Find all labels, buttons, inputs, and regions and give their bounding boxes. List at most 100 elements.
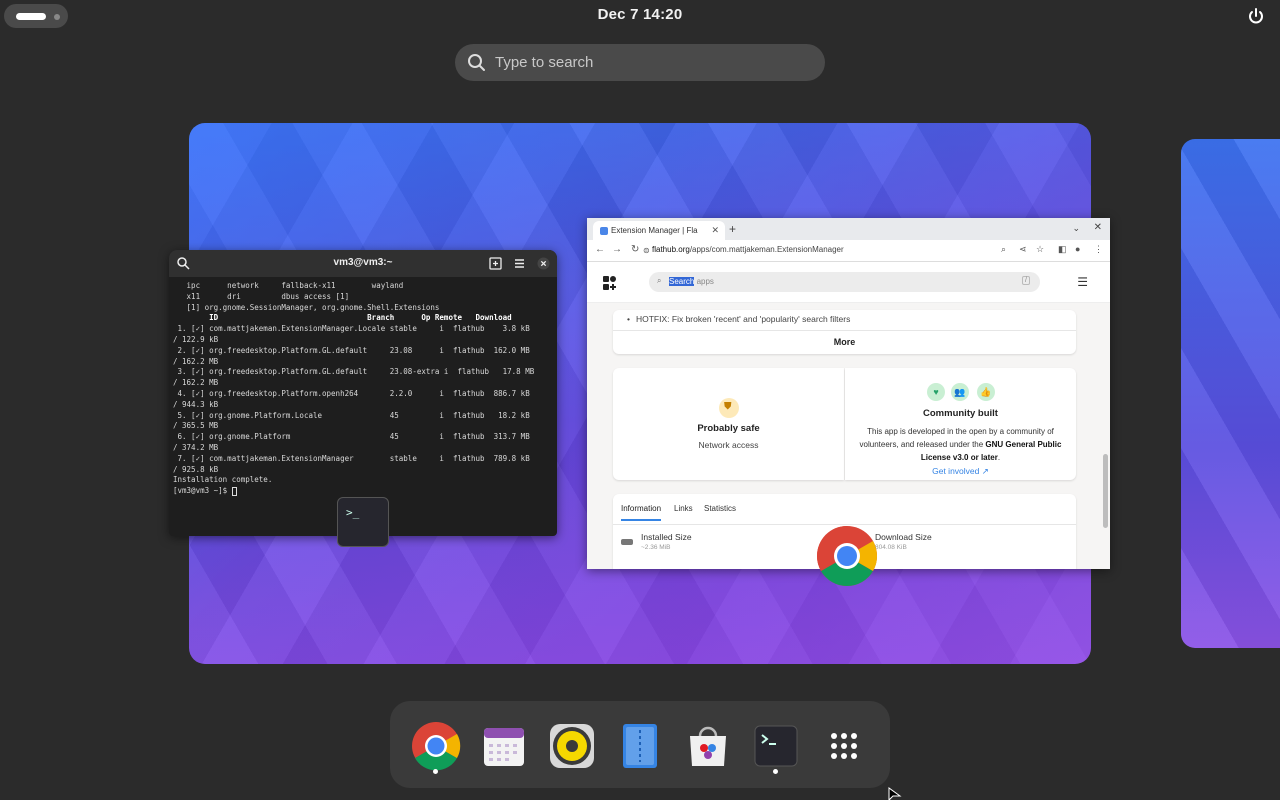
terminal-line: ipc network fallback-x11 wayland [173, 281, 404, 290]
calendar-icon [484, 728, 524, 766]
dock-calendar[interactable] [478, 720, 530, 772]
running-indicator [433, 769, 438, 774]
workspace-thumbnail-next[interactable] [1181, 139, 1280, 648]
chrome-window[interactable]: Extension Manager | Fla ✕ + ⌄ ✕ ← → ↻ ⊜ … [587, 218, 1110, 569]
search-icon[interactable]: ⌕ [1001, 244, 1006, 255]
tab-links[interactable]: Links [674, 504, 693, 513]
browser-tab[interactable]: Extension Manager | Fla ✕ [593, 221, 725, 240]
overview-search[interactable] [455, 44, 825, 81]
app-grid-icon [831, 733, 857, 759]
terminal-line: 2. [✓] org.freedesktop.Platform.GL.defau… [173, 345, 530, 355]
search-input[interactable] [495, 50, 805, 75]
terminal-line: / 944.3 kB [173, 399, 219, 409]
search-icon [468, 54, 485, 71]
tab-statistics[interactable]: Statistics [704, 504, 736, 513]
placeholder-rest: apps [694, 277, 714, 286]
flathub-header: ⌕ Search apps / ☰ [587, 262, 1110, 303]
terminal-icon [754, 725, 798, 767]
release-note-item: HOTFIX: Fix broken 'recent' and 'popular… [627, 314, 850, 324]
dock-files[interactable] [614, 720, 666, 772]
dash [390, 701, 890, 788]
terminal-prompt-line[interactable]: [vm3@vm3 ~]$ [173, 486, 553, 497]
dock-terminal[interactable] [750, 720, 802, 772]
community-description: This app is developed in the open by a c… [859, 427, 1062, 462]
share-icon[interactable]: ⋖ [1019, 244, 1027, 255]
get-involved-link[interactable]: Get involved ↗ [845, 466, 1076, 477]
search-icon: ⌕ [657, 276, 662, 285]
safety-title: Probably safe [697, 423, 760, 434]
terminal-table-header: ID Branch Op Remote Download [173, 313, 512, 323]
top-bar: Dec 7 14:20 [0, 0, 1280, 32]
hamburger-menu-icon[interactable]: ☰ [1077, 275, 1088, 289]
close-tab-icon[interactable]: ✕ [711, 225, 719, 236]
dock-chrome[interactable] [410, 720, 462, 772]
terminal-line: / 925.8 kB [173, 464, 219, 474]
heart-icon: ♥ [927, 383, 945, 401]
terminal-badge-glyph: >_ [346, 506, 360, 519]
terminal-titlebar[interactable]: vm3@vm3:~ [169, 250, 557, 277]
release-notes-card: HOTFIX: Fix broken 'recent' and 'popular… [613, 310, 1076, 354]
scrollbar-thumb[interactable] [1103, 454, 1108, 528]
terminal-output[interactable]: ipc network fallback-x11 wayland x11 dri… [169, 277, 557, 501]
tab-title: Extension Manager | Fla [611, 226, 698, 235]
terminal-line: x11 dri dbus access [1] [173, 291, 350, 301]
apps-search-placeholder: Search apps [669, 277, 714, 286]
terminal-line: Installation complete. [173, 475, 273, 485]
terminal-line: 7. [✓] com.mattjakeman.ExtensionManager … [173, 453, 530, 463]
terminal-line: / 365.5 MB [173, 421, 219, 431]
thumbs-up-icon: 👍 [977, 383, 995, 401]
forward-icon[interactable]: → [612, 244, 622, 255]
tab-strip: Extension Manager | Fla ✕ + ⌄ ✕ [587, 218, 1110, 240]
dock-rhythmbox[interactable] [546, 720, 598, 772]
safety-card[interactable]: ⛊ Probably safe Network access [613, 368, 844, 480]
terminal-line: 3. [✓] org.freedesktop.Platform.GL.defau… [173, 367, 535, 377]
software-icon [690, 726, 726, 766]
page-scrollbar[interactable] [1103, 314, 1108, 564]
new-tab-icon[interactable] [488, 256, 503, 271]
sidepanel-icon[interactable]: ◧ [1058, 244, 1067, 255]
installed-size-value: ~2.36 MiB [641, 544, 671, 551]
disk-icon [621, 539, 633, 545]
hamburger-menu-icon[interactable] [512, 256, 527, 271]
back-icon[interactable]: ← [595, 244, 605, 255]
mouse-pointer-icon [888, 787, 902, 800]
url-domain: flathub.org [652, 245, 690, 254]
site-info-icon[interactable]: ⊜ [643, 246, 650, 255]
keyboard-shortcut-hint: / [1022, 276, 1030, 285]
tab-information[interactable]: Information [621, 504, 662, 521]
dock-show-apps[interactable] [818, 720, 870, 772]
bookmark-star-icon[interactable]: ☆ [1036, 244, 1044, 255]
terminal-line: 4. [✓] org.freedesktop.Platform.openh264… [173, 388, 530, 398]
navigation-bar: ← → ↻ ⊜ flathub.org/apps/com.mattjakeman… [587, 240, 1110, 262]
flathub-logo-icon[interactable] [603, 276, 617, 290]
download-size-value: 804.08 KiB [875, 544, 907, 551]
address-bar[interactable]: flathub.org/apps/com.mattjakeman.Extensi… [652, 245, 844, 254]
people-icon: 👥 [951, 383, 969, 401]
terminal-line: 1. [✓] com.mattjakeman.ExtensionManager.… [173, 324, 530, 334]
terminal-line: / 162.2 MB [173, 356, 219, 366]
tab-search-chevron-icon[interactable]: ⌄ [1072, 223, 1080, 234]
flathub-favicon-icon [600, 227, 608, 235]
close-icon[interactable] [536, 256, 551, 271]
community-title: Community built [923, 408, 998, 419]
files-icon [623, 724, 657, 768]
kebab-menu-icon[interactable]: ⋮ [1094, 244, 1103, 255]
terminal-window[interactable]: vm3@vm3:~ ipc network fallback-x11 wayla… [169, 250, 557, 536]
shield-icon: ⛊ [719, 398, 739, 418]
terminal-app-badge: >_ [337, 497, 389, 547]
new-tab-icon[interactable]: + [729, 222, 736, 236]
chrome-icon [816, 526, 878, 587]
reload-icon[interactable]: ↻ [631, 244, 639, 255]
rhythmbox-icon [550, 724, 594, 768]
terminal-cursor [231, 486, 237, 496]
profile-icon[interactable]: ● [1075, 244, 1080, 254]
close-window-icon[interactable]: ✕ [1094, 222, 1102, 233]
terminal-line: 5. [✓] org.gnome.Platform.Locale 45 i fl… [173, 410, 530, 420]
dock-software[interactable] [682, 720, 734, 772]
power-icon[interactable] [1246, 6, 1266, 26]
more-button[interactable]: More [613, 337, 1076, 347]
clock[interactable]: Dec 7 14:20 [0, 6, 1280, 23]
apps-search-input[interactable]: ⌕ Search apps / [649, 272, 1040, 292]
selected-text: Search [669, 277, 695, 286]
terminal-line: / 122.9 kB [173, 334, 219, 344]
